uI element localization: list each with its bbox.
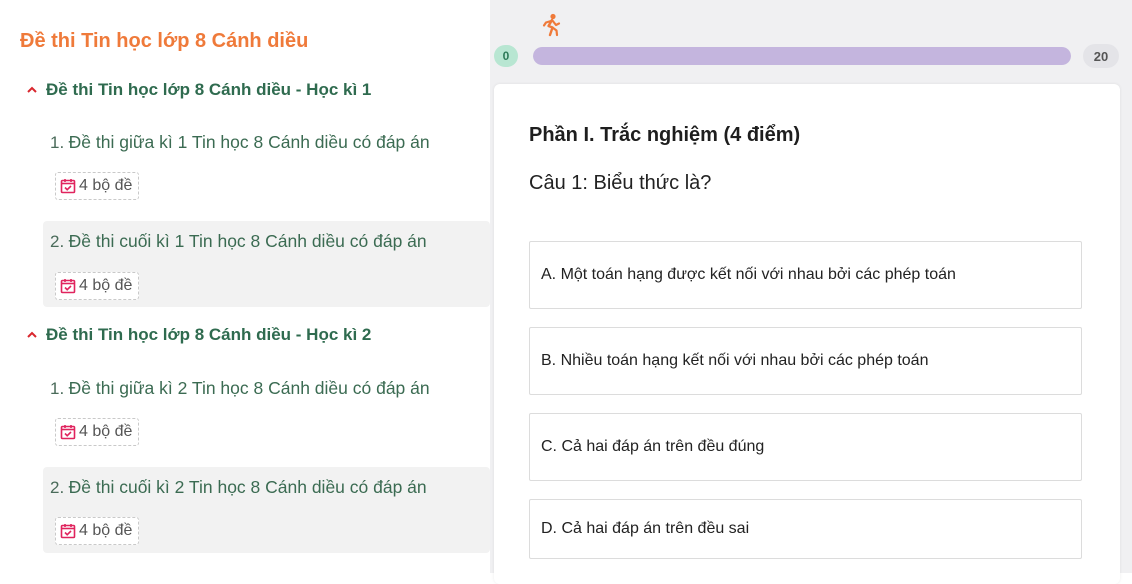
calendar-check-icon xyxy=(60,524,76,539)
section-title: Đề thi Tin học lớp 8 Cánh diều - Học kì … xyxy=(46,80,372,99)
item-label: Đề thi giữa kì 1 Tin học 8 Cánh diều có … xyxy=(68,132,430,152)
exam-link[interactable]: 1. Đề thi giữa kì 1 Tin học 8 Cánh diều … xyxy=(50,132,430,153)
running-person-icon xyxy=(542,13,561,37)
chevron-up-icon xyxy=(27,331,37,338)
item-number: 1. xyxy=(50,133,65,152)
calendar-check-icon xyxy=(60,425,76,440)
list-item: 2. Đề thi cuối kì 2 Tin học 8 Cánh diều … xyxy=(43,467,490,553)
sidebar-title[interactable]: Đề thi Tin học lớp 8 Cánh diều xyxy=(20,30,308,53)
progress-start-label: 0 xyxy=(494,45,518,67)
progress-end-label: 20 xyxy=(1083,44,1119,68)
answer-option-d[interactable]: D. Cả hai đáp án trên đều sai xyxy=(529,499,1082,559)
answer-option-a[interactable]: A. Một toán hạng được kết nối với nhau b… xyxy=(529,241,1082,309)
badge-label: 4 bộ đề xyxy=(79,423,133,440)
item-number: 1. xyxy=(50,379,65,398)
badge-label: 4 bộ đề xyxy=(79,277,133,294)
exam-link[interactable]: 1. Đề thi giữa kì 2 Tin học 8 Cánh diều … xyxy=(50,378,430,399)
answer-option-c[interactable]: C. Cả hai đáp án trên đều đúng xyxy=(529,413,1082,481)
item-number: 2. xyxy=(50,478,65,497)
item-label: Đề thi cuối kì 1 Tin học 8 Cánh diều có … xyxy=(68,231,427,251)
answer-option-b[interactable]: B. Nhiều toán hạng kết nối với nhau bởi … xyxy=(529,327,1082,395)
section-header-hk1[interactable]: Đề thi Tin học lớp 8 Cánh diều - Học kì … xyxy=(26,80,371,100)
exam-link[interactable]: 2. Đề thi cuối kì 1 Tin học 8 Cánh diều … xyxy=(50,231,427,252)
exam-count-badge[interactable]: 4 bộ đề xyxy=(55,517,140,545)
list-item: 2. Đề thi cuối kì 1 Tin học 8 Cánh diều … xyxy=(43,221,490,307)
badge-label: 4 bộ đề xyxy=(79,177,133,194)
part-title: Phần I. Trắc nghiệm (4 điểm) xyxy=(529,124,801,146)
item-number: 2. xyxy=(50,232,65,251)
calendar-check-icon xyxy=(60,279,76,294)
progress-bar xyxy=(533,47,1071,65)
list-item: 1. Đề thi giữa kì 2 Tin học 8 Cánh diều … xyxy=(43,368,490,457)
exam-count-badge[interactable]: 4 bộ đề xyxy=(55,172,140,200)
item-label: Đề thi giữa kì 2 Tin học 8 Cánh diều có … xyxy=(68,378,430,398)
exam-count-badge[interactable]: 4 bộ đề xyxy=(55,272,140,300)
item-label: Đề thi cuối kì 2 Tin học 8 Cánh diều có … xyxy=(68,477,427,497)
question-card: Phần I. Trắc nghiệm (4 điểm) Câu 1: Biểu… xyxy=(494,84,1120,584)
section-title: Đề thi Tin học lớp 8 Cánh diều - Học kì … xyxy=(46,325,372,344)
exam-count-badge[interactable]: 4 bộ đề xyxy=(55,418,140,446)
list-item: 1. Đề thi giữa kì 1 Tin học 8 Cánh diều … xyxy=(43,122,490,211)
chevron-up-icon xyxy=(27,86,37,93)
quiz-panel: 0 20 Phần I. Trắc nghiệm (4 điểm) Câu 1:… xyxy=(490,0,1132,584)
calendar-check-icon xyxy=(60,179,76,194)
question-text: Câu 1: Biểu thức là? xyxy=(529,172,712,194)
section-header-hk2[interactable]: Đề thi Tin học lớp 8 Cánh diều - Học kì … xyxy=(26,325,371,345)
progress-fill xyxy=(533,47,1071,65)
exam-sidebar: Đề thi Tin học lớp 8 Cánh diều Đề thi Ti… xyxy=(0,0,490,573)
badge-label: 4 bộ đề xyxy=(79,522,133,539)
exam-link[interactable]: 2. Đề thi cuối kì 2 Tin học 8 Cánh diều … xyxy=(50,477,427,498)
